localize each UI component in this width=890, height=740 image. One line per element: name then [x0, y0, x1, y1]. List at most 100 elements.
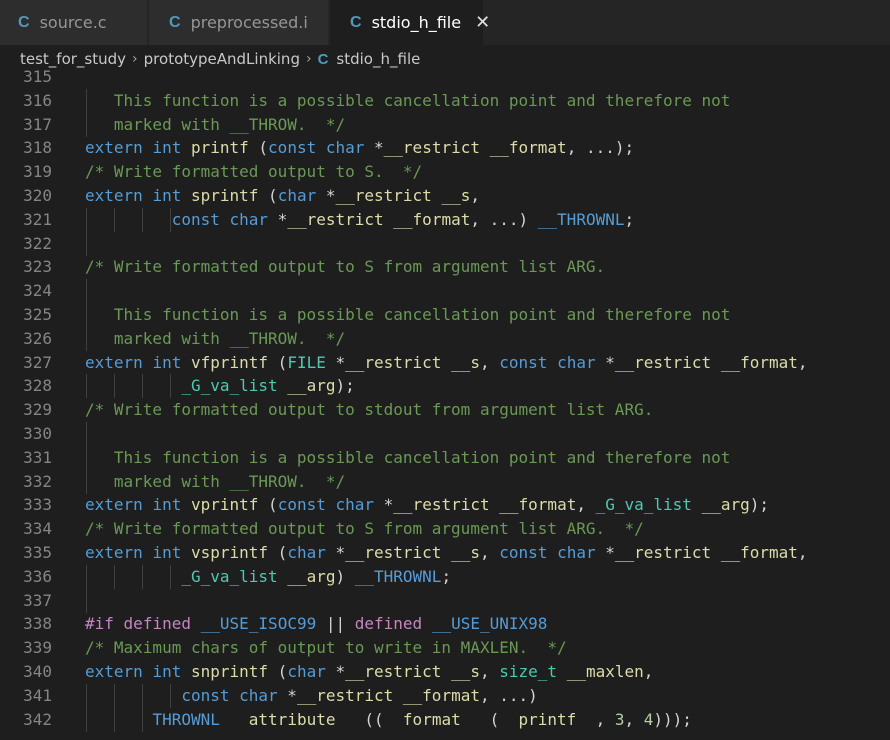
- code-line[interactable]: 319 /* Write formatted output to S. */: [0, 160, 890, 184]
- code-token: marked with __THROW. */: [85, 471, 346, 491]
- code-text: extern int printf (const char *__restric…: [85, 136, 634, 160]
- close-icon[interactable]: ✕: [475, 12, 490, 33]
- breadcrumb: test_for_study › prototypeAndLinking › C…: [0, 45, 890, 73]
- code-token: __restrict: [345, 662, 442, 681]
- code-line[interactable]: 315: [0, 70, 890, 89]
- code-token: ,: [479, 662, 500, 681]
- code-token: __USE_UNIX98: [431, 614, 548, 634]
- code-line[interactable]: 326 marked with __THROW. */: [0, 326, 890, 351]
- code-text: extern int sprintf (char *__restrict __s…: [85, 184, 480, 208]
- code-token: __format: [720, 352, 798, 372]
- tab-label: preprocessed.i: [190, 13, 308, 32]
- code-token: size_t: [499, 662, 558, 681]
- code-token: __restrict: [614, 543, 712, 562]
- line-number: 327: [23, 352, 52, 372]
- code-line[interactable]: 331 This function is a possible cancella…: [0, 445, 890, 470]
- code-line[interactable]: 318 extern int printf (const char *__rest…: [0, 136, 890, 160]
- code-token: char: [239, 685, 278, 705]
- tab-stdio-h-file[interactable]: C stdio_h_file ✕: [330, 0, 490, 45]
- code-line[interactable]: 335 extern int vsprintf (char *__restrict…: [0, 541, 890, 565]
- code-token: This function is a possible cancellation…: [85, 305, 731, 324]
- code-line[interactable]: 323 /* Write formatted output to S from a…: [0, 255, 890, 279]
- c-file-icon: C: [169, 13, 181, 31]
- breadcrumb-file[interactable]: stdio_h_file: [336, 50, 420, 68]
- code-token: const: [171, 209, 220, 229]
- code-line[interactable]: 321 const char *__restrict __format, ...…: [0, 207, 890, 232]
- code-token: *: [325, 352, 346, 372]
- code-token: snprintf: [190, 662, 269, 681]
- code-line[interactable]: 330: [0, 422, 890, 446]
- code-token: extern: [85, 186, 143, 205]
- code-line[interactable]: 340 extern int snprintf (char *__restrict…: [0, 660, 890, 684]
- code-editor[interactable]: 315 316 This function is a possible cance…: [0, 70, 890, 740]
- code-token: vsprintf: [190, 543, 269, 562]
- code-token: /* Write formatted output to S from argu…: [85, 519, 644, 539]
- code-line[interactable]: 316 This function is a possible cancella…: [0, 88, 890, 113]
- code-token: _G_va_list: [595, 495, 692, 515]
- code-text: _G_va_list __arg) __THROWNL;: [85, 565, 451, 589]
- code-line[interactable]: 341 const char *__restrict __format, ...…: [0, 683, 890, 708]
- code-text: const char *__restrict __format, ...): [85, 684, 537, 708]
- code-line[interactable]: 329 /* Write formatted output to stdout f…: [0, 398, 890, 422]
- code-token: (: [258, 495, 278, 515]
- code-line[interactable]: 320 extern int sprintf (char *__restrict …: [0, 184, 890, 208]
- code-text: /* Maximum chars of output to write in M…: [85, 636, 567, 660]
- line-number: 332: [23, 471, 52, 491]
- breadcrumb-item[interactable]: prototypeAndLinking: [144, 50, 300, 68]
- code-line[interactable]: 342 THROWNL attribute (( format ( printf…: [0, 707, 890, 732]
- code-line[interactable]: 324: [0, 279, 890, 304]
- code-token: ): [335, 566, 355, 586]
- code-token: (: [460, 709, 519, 729]
- breadcrumb-item[interactable]: test_for_study: [20, 50, 126, 68]
- code-line[interactable]: 322: [0, 231, 890, 256]
- code-line[interactable]: 333 extern int vprintf (const char *__res…: [0, 493, 890, 517]
- code-line[interactable]: 336 _G_va_list __arg) __THROWNL;: [0, 564, 890, 589]
- c-file-icon: C: [317, 50, 329, 68]
- code-token: (: [268, 352, 288, 372]
- line-number: 339: [23, 638, 52, 658]
- code-text: THROWNL attribute (( format ( printf , 3…: [85, 708, 691, 732]
- code-token: This function is a possible cancellation…: [85, 90, 731, 110]
- code-text: marked with __THROW. */: [85, 470, 345, 494]
- code-token: __restrict: [393, 495, 490, 515]
- chevron-right-icon: ›: [305, 51, 312, 67]
- code-token: char: [557, 352, 596, 372]
- code-line[interactable]: 328 _G_va_list __arg);: [0, 374, 890, 399]
- code-token: __restrict: [345, 543, 442, 562]
- code-line[interactable]: 317 marked with __THROW. */: [0, 112, 890, 137]
- code-line[interactable]: 339 /* Maximum chars of output to write i…: [0, 636, 890, 660]
- code-token: extern: [85, 543, 143, 562]
- code-line[interactable]: 337: [0, 588, 890, 613]
- code-token: __USE_ISOC99: [200, 614, 317, 634]
- code-text: extern int vprintf (const char *__restri…: [85, 493, 769, 517]
- code-text: #if defined __USE_ISOC99 || defined __US…: [85, 612, 547, 636]
- code-token: This function is a possible cancellation…: [85, 447, 731, 467]
- code-token: char: [557, 543, 596, 562]
- code-line[interactable]: 334 /* Write formatted output to S from a…: [0, 517, 890, 541]
- tab-preprocessed-i[interactable]: C preprocessed.i: [149, 0, 329, 45]
- code-token: marked with __THROW. */: [85, 328, 346, 348]
- line-number: 317: [23, 114, 52, 134]
- code-token: *: [268, 209, 288, 229]
- code-token: ;: [624, 209, 635, 229]
- code-line[interactable]: 338 #if defined __USE_ISOC99 || defined _…: [0, 612, 890, 636]
- code-token: attribute: [248, 709, 336, 729]
- code-line[interactable]: 332 marked with __THROW. */: [0, 469, 890, 494]
- code-token: defined: [354, 614, 423, 634]
- tab-label: stdio_h_file: [371, 13, 462, 32]
- code-line[interactable]: 325 This function is a possible cancella…: [0, 303, 890, 327]
- code-token: __format: [489, 138, 567, 158]
- code-token: sprintf: [190, 186, 259, 205]
- code-token: int: [152, 662, 182, 681]
- code-line[interactable]: 327 extern int vfprintf (FILE *__restrict…: [0, 351, 890, 375]
- tab-source-c[interactable]: C source.c: [0, 0, 148, 45]
- code-text: This function is a possible cancellation…: [85, 446, 731, 470]
- indent-guide: [86, 231, 87, 256]
